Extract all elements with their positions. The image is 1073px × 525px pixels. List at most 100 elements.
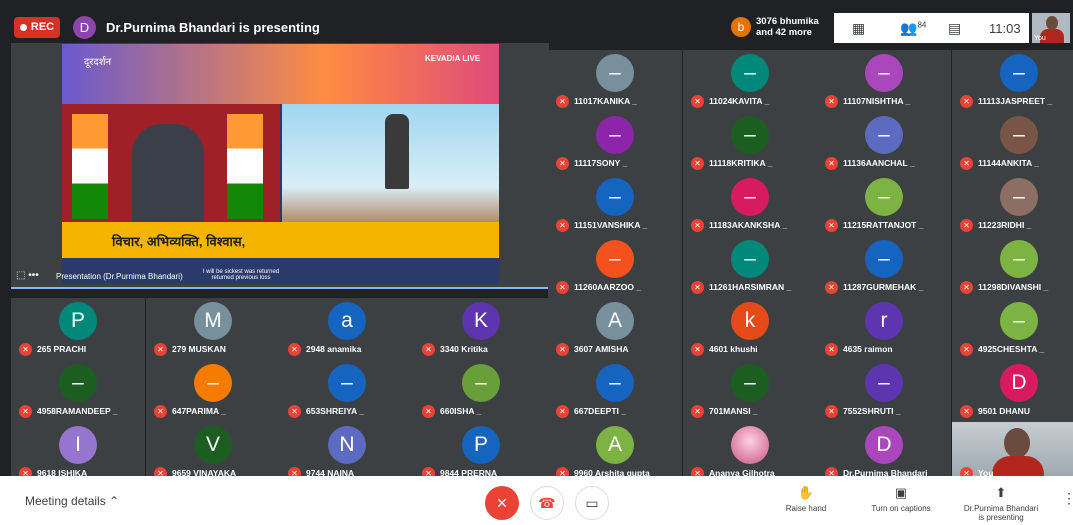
flag-right [227,114,263,219]
participant-tile[interactable]: A ✕ 9960 Arshita gupta [548,422,682,484]
mic-muted-icon: ✕ [556,405,569,418]
participant-name: 11144ANKITA _ [978,158,1039,168]
participant-chip-line2: and 42 more [756,27,812,38]
participant-tile[interactable]: – ✕ 11107NISHTHA _ [817,50,951,112]
participant-avatar: r [865,302,903,340]
participant-tile[interactable]: P ✕ 9844 PRERNA [414,422,548,484]
participant-tile[interactable]: a ✕ 2948 anamika [280,298,414,360]
participant-tile[interactable]: r ✕ 4635 raimon [817,298,951,360]
captions-button[interactable]: ▣ Turn on captions [865,485,937,513]
people-icon[interactable]: 👥84 [900,20,926,37]
participant-tile[interactable]: – ✕ 4925CHESHTA _ [952,298,1073,360]
participant-tile[interactable]: – ✕ 11136AANCHAL _ [817,112,951,174]
participant-tile[interactable]: – ✕ 653SHREIYA _ [280,360,414,422]
meeting-details-button[interactable]: Meeting details ⌃ [25,494,119,508]
participant-avatar: – [731,364,769,402]
participant-tile[interactable]: A ✕ 3607 AMISHA [548,298,682,360]
participant-tile[interactable]: – ✕ 7552SHRUTI _ [817,360,951,422]
clock: 11:03 [989,21,1021,36]
top-bar: REC D Dr.Purnima Bhandari is presenting … [0,0,1073,43]
self-view-thumbnail[interactable]: You [1032,13,1070,43]
participant-tile[interactable]: ✕ Ananya Gilhotra [683,422,817,484]
participant-tile[interactable]: – ✕ 647PARIMA _ [146,360,280,422]
live-tag: KEVADIA LIVE [425,54,481,63]
participant-name: 11260AARZOO _ [574,282,642,292]
participant-tile[interactable]: – ✕ 11113JASPREET _ [952,50,1073,112]
participant-avatar: – [865,364,903,402]
raise-hand-button[interactable]: ✋ Raise hand [780,485,832,513]
participant-tile[interactable]: – ✕ 11260AARZOO _ [548,236,682,298]
participants-chip[interactable]: b 3076 bhumika and 42 more [727,13,827,43]
participant-tile[interactable]: M ✕ 279 MUSKAN [146,298,280,360]
participant-tile[interactable]: – ✕ 4958RAMANDEEP _ [11,360,145,422]
more-options-icon[interactable]: ⋮ [1062,490,1073,507]
mic-muted-icon: ✕ [825,343,838,356]
mic-muted-icon: ✕ [960,405,973,418]
participant-tile[interactable]: I ✕ 9618 ISHIKA [11,422,145,484]
participant-avatar: – [731,116,769,154]
participant-tile[interactable]: – ✕ 11298DIVANSHI _ [952,236,1073,298]
participant-name: 11107NISHTHA _ [843,96,911,106]
channel-logo: दूरदर्शन [84,57,112,68]
participant-tile[interactable]: – ✕ 11151VANSHIKA _ [548,174,682,236]
participant-avatar: – [194,364,232,402]
participant-tile[interactable]: – ✕ 11261HARSIMRAN _ [683,236,817,298]
participant-tile[interactable]: – ✕ 11144ANKITA _ [952,112,1073,174]
participant-name: 701MANSI _ [709,406,758,416]
present-screen-icon: ⬆ [995,485,1007,500]
participant-name: 647PARIMA _ [172,406,226,416]
participant-tile[interactable]: – ✕ 11118KRITIKA _ [683,112,817,174]
participant-name: 11223RIDHI _ [978,220,1032,230]
participant-avatar: – [865,240,903,278]
chat-icon[interactable]: ▤ [948,20,961,37]
participant-tile[interactable]: – ✕ 11223RIDHI _ [952,174,1073,236]
participant-tile[interactable]: ✕ You [952,422,1073,484]
participant-tile[interactable]: – ✕ 667DEEPTI _ [548,360,682,422]
expand-icon[interactable]: ⬚ ••• [16,270,39,281]
profile-photo [731,426,769,464]
presenting-line2: is presenting [978,513,1024,522]
mic-muted-icon: ✕ [556,157,569,170]
mic-muted-icon: ✕ [422,343,435,356]
participant-tile[interactable]: – ✕ 11117SONY _ [548,112,682,174]
camera-button[interactable]: ▭ [575,486,609,520]
mic-muted-icon: ✕ [825,405,838,418]
presentation-tile[interactable]: दूरदर्शन KEVADIA LIVE विचार, अभिव्यक्ति,… [11,43,549,288]
participant-avatar: – [1000,302,1038,340]
participant-name: 660ISHA _ [440,406,482,416]
participant-tile[interactable]: – ✕ 701MANSI _ [683,360,817,422]
record-dot-icon [19,23,27,31]
mic-muted-icon: ✕ [691,219,704,232]
participant-tile[interactable]: – ✕ 11024KAVITA _ [683,50,817,112]
leave-call-button[interactable]: ☎ [530,486,564,520]
participant-name: 11017KANIKA _ [574,96,637,106]
participant-tile[interactable]: – ✕ 660ISHA _ [414,360,548,422]
participant-tile[interactable]: k ✕ 4601 khushi [683,298,817,360]
participant-avatar: – [1000,54,1038,92]
participant-tile[interactable]: D ✕ 9501 DHANU [952,360,1073,422]
participant-tile[interactable]: P ✕ 265 PRACHI [11,298,145,360]
hand-icon: ✋ [797,485,815,500]
mic-muted-icon: ✕ [960,95,973,108]
mic-muted-icon: ✕ [556,343,569,356]
participant-tile[interactable]: – ✕ 11017KANIKA _ [548,50,682,112]
participant-tile[interactable]: V ✕ 9659 VINAYAKA [146,422,280,484]
participant-tile[interactable]: – ✕ 11183AKANKSHA _ [683,174,817,236]
participant-avatar: – [1000,116,1038,154]
layout-grid-icon[interactable]: ▦ [852,20,865,37]
participant-tile[interactable]: K ✕ 3340 Kritika [414,298,548,360]
mic-muted-icon: ✕ [825,219,838,232]
participant-name: 4635 raimon [843,344,893,354]
participant-tile[interactable]: D ✕ Dr.Purnima Bhandari [817,422,951,484]
participant-avatar: – [596,178,634,216]
participant-avatar: K [462,302,500,340]
recording-badge: REC [14,17,60,38]
participant-tile[interactable]: N ✕ 9744 NAINA [280,422,414,484]
now-presenting-button[interactable]: ⬆ Dr.Purnima Bhandari is presenting [958,485,1044,522]
participant-avatar: D [1000,364,1038,402]
participant-tile[interactable]: – ✕ 11287GURMEHAK _ [817,236,951,298]
participant-avatar: M [194,302,232,340]
participant-name: 11024KAVITA _ [709,96,770,106]
participant-tile[interactable]: – ✕ 11215RATTANJOT _ [817,174,951,236]
mic-off-button[interactable]: ✕ [485,486,519,520]
